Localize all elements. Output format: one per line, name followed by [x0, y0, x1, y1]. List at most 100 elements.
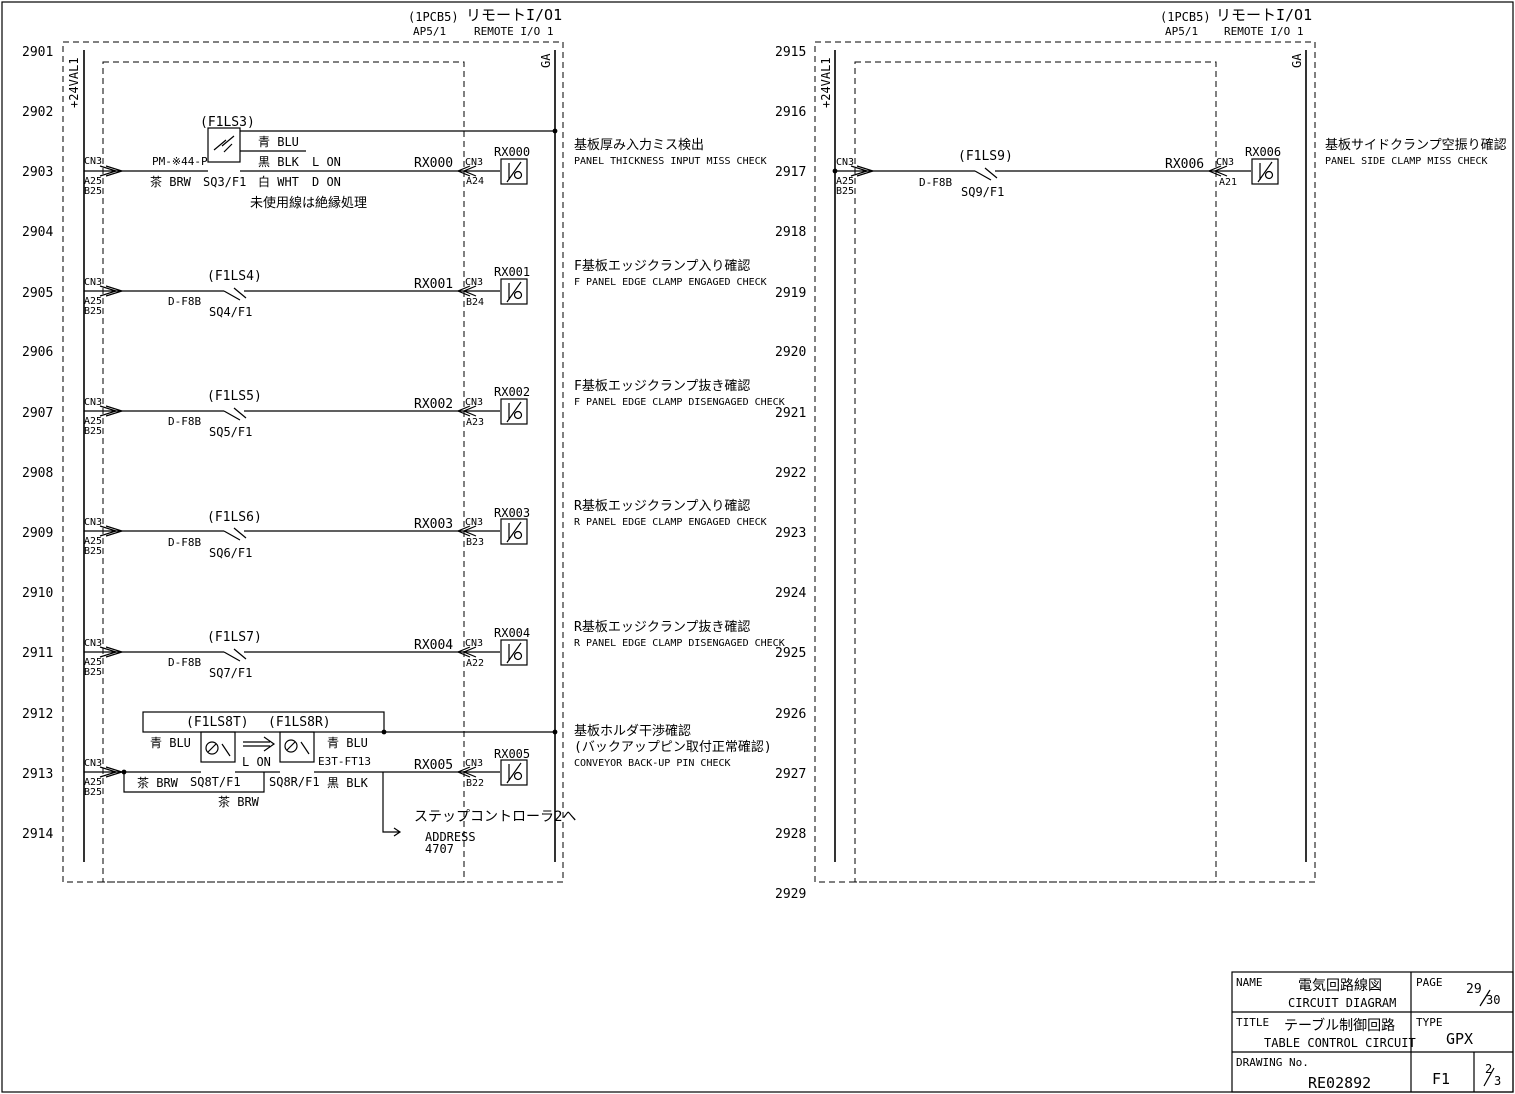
- circuit-rx003: CN3 A25 B25 (F1LS6) D-F8B SQ6/F1 RX003 C…: [84, 498, 767, 560]
- title-jp: テーブル制御回路: [1284, 1017, 1395, 1034]
- b25-label: B25: [84, 787, 102, 798]
- row-number: 2907: [22, 406, 53, 421]
- row-number: 2916: [775, 105, 806, 120]
- desc-jp: F基板エッジクランプ抜き確認: [574, 378, 750, 394]
- b25-label: B25: [84, 186, 102, 197]
- wire-blu: 青 BLU: [258, 135, 299, 149]
- name-label: NAME: [1236, 976, 1263, 989]
- cn-label: CN3: [465, 517, 483, 528]
- rx-io-label: RX005: [494, 747, 530, 761]
- wire-blk-note: L ON: [312, 155, 341, 169]
- rx-label: RX000: [414, 156, 453, 171]
- sensor-model: PM-※44-P: [152, 155, 208, 168]
- cn-label: CN3: [84, 156, 102, 167]
- circuit-diagram: (1PCB5) リモートI/O1 AP5/1 REMOTE I/O 1 +24V…: [1, 1, 1514, 1093]
- name-en: CIRCUIT DIAGRAM: [1288, 996, 1396, 1010]
- page-total: 30: [1486, 993, 1500, 1007]
- row-number: 2926: [775, 707, 806, 722]
- desc-en: PANEL THICKNESS INPUT MISS CHECK: [574, 156, 767, 167]
- right-remote-label: REMOTE I/O 1: [1224, 25, 1303, 38]
- cn-label: CN3: [465, 397, 483, 408]
- row-number: 2914: [22, 827, 53, 842]
- name-jp: 電気回路線図: [1298, 978, 1382, 994]
- row-number: 2929: [775, 887, 806, 902]
- pin-label: A21: [1219, 177, 1237, 188]
- sensor-model: D-F8B: [919, 176, 952, 189]
- left-remote-label: REMOTE I/O 1: [474, 25, 553, 38]
- circuit-rx000: CN3 A25 B25 (F1LS3) PM-※44-P 茶 BRW SQ3/F…: [84, 115, 767, 211]
- sensor-model: E3T-FT13: [318, 755, 371, 768]
- right-power-label: +24VAL1: [819, 57, 833, 108]
- rx-label: RX003: [414, 517, 453, 532]
- beam-arrow-icon: [243, 736, 276, 752]
- row-number: 2928: [775, 827, 806, 842]
- unused-note: 未使用線は絶縁処理: [250, 195, 367, 211]
- page-label: PAGE: [1416, 976, 1443, 989]
- device-label: (F1LS9): [958, 149, 1013, 164]
- drawing-number: RE02892: [1308, 1074, 1371, 1092]
- rx-label: RX005: [414, 758, 453, 773]
- page-number: 29: [1466, 982, 1482, 997]
- sq-label: SQ4/F1: [209, 305, 252, 319]
- desc-jp: F基板エッジクランプ入り確認: [574, 258, 750, 274]
- rx-io-label: RX006: [1245, 145, 1281, 159]
- desc-jp: 基板サイドクランプ空振り確認: [1325, 137, 1507, 153]
- left-row-numbers: 2901 2902 2903 2904 2905 2906 2907 2908 …: [22, 45, 53, 842]
- sq-label: SQ7/F1: [209, 666, 252, 680]
- cn-label: CN3: [465, 157, 483, 168]
- sensor-model: D-F8B: [168, 295, 201, 308]
- row-number: 2915: [775, 45, 806, 60]
- cn-label: CN3: [465, 638, 483, 649]
- left-ap-label: AP5/1: [413, 25, 446, 38]
- desc-en: PANEL SIDE CLAMP MISS CHECK: [1325, 156, 1488, 167]
- cn-label: CN3: [84, 758, 102, 769]
- device-label: (F1LS4): [207, 269, 262, 284]
- device-label: (F1LS6): [207, 510, 262, 525]
- pin-label: A23: [466, 417, 484, 428]
- cn-label: CN3: [84, 277, 102, 288]
- sq-r-label: SQ8R/F1: [269, 775, 320, 789]
- row-number: 2911: [22, 646, 53, 661]
- b25-label: B25: [84, 546, 102, 557]
- row-number: 2918: [775, 225, 806, 240]
- row-number: 2908: [22, 466, 53, 481]
- row-number: 2921: [775, 406, 806, 421]
- desc-en: F PANEL EDGE CLAMP DISENGAGED CHECK: [574, 397, 785, 408]
- rx-label: RX002: [414, 397, 453, 412]
- row-number: 2923: [775, 526, 806, 541]
- rx-io-label: RX001: [494, 265, 530, 279]
- cn-label: CN3: [465, 758, 483, 769]
- reed-switch-icon: [223, 648, 247, 662]
- pin-label: B22: [466, 778, 484, 789]
- rx-label: RX001: [414, 277, 453, 292]
- desc-jp: R基板エッジクランプ抜き確認: [574, 619, 750, 635]
- circuit-rx005: (F1LS8T) (F1LS8R) 青 BLU 青 BLU L ON E3T-F…: [84, 711, 772, 856]
- photo-sensor-icon: [213, 135, 235, 153]
- pin-label: A22: [466, 658, 484, 669]
- b25-label: B25: [836, 186, 854, 197]
- desc-jp2: (バックアップピン取付正常確認): [574, 739, 772, 755]
- row-number: 2927: [775, 767, 806, 782]
- row-number: 2920: [775, 345, 806, 360]
- row-number: 2903: [22, 165, 53, 180]
- row-number: 2909: [22, 526, 53, 541]
- sensor-model: D-F8B: [168, 415, 201, 428]
- wire-wht: 白 WHT: [258, 174, 299, 189]
- rx-label: RX004: [414, 638, 453, 653]
- wire-brw: 茶 BRW: [150, 174, 192, 189]
- reed-switch-icon: [223, 407, 247, 421]
- rx-io-label: RX003: [494, 506, 530, 520]
- b25-label: B25: [84, 426, 102, 437]
- desc-en: CONVEYOR BACK-UP PIN CHECK: [574, 758, 731, 769]
- circuit-rx004: CN3 A25 B25 (F1LS7) D-F8B SQ7/F1 RX004 C…: [84, 619, 785, 680]
- circuit-rx001: CN3 A25 B25 (F1LS4) D-F8B SQ4/F1 RX001 C…: [84, 258, 767, 319]
- device-label: (F1LS7): [207, 630, 262, 645]
- row-number: 2924: [775, 586, 806, 601]
- step-controller-note: ステップコントローラ2へ: [414, 809, 576, 825]
- row-number: 2919: [775, 286, 806, 301]
- row-number: 2904: [22, 225, 53, 240]
- row-number: 2910: [22, 586, 53, 601]
- b25-label: B25: [84, 667, 102, 678]
- sq-label: SQ5/F1: [209, 425, 252, 439]
- row-number: 2913: [22, 767, 53, 782]
